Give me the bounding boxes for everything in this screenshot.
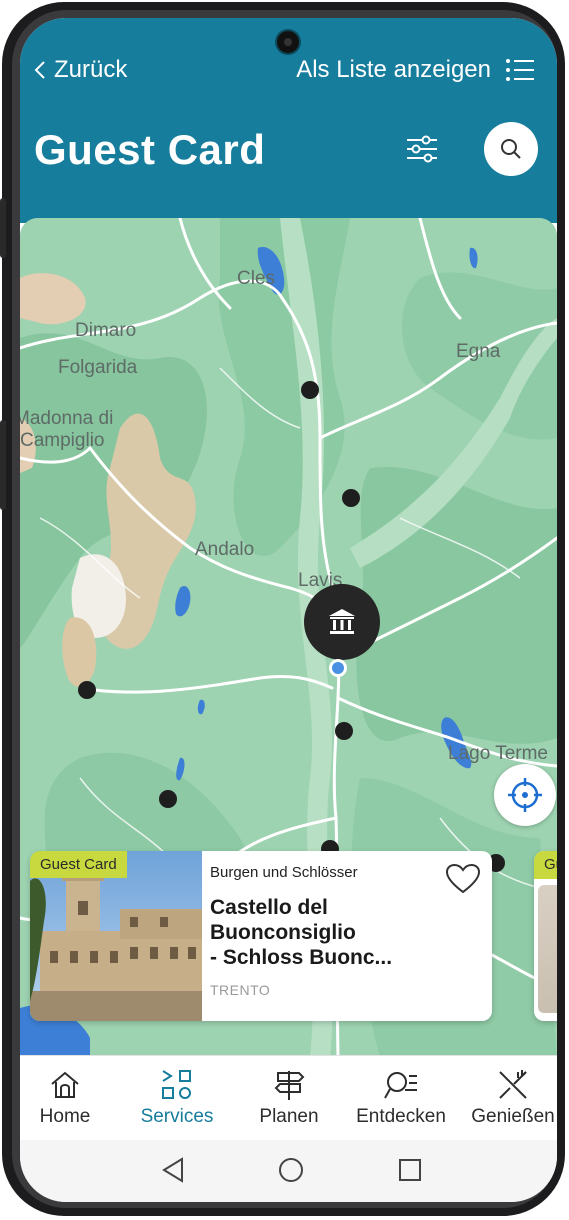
list-view-label: Als Liste anzeigen (296, 56, 491, 83)
nav-entdecken[interactable]: Entdecken (346, 1064, 456, 1128)
signpost-icon (274, 1071, 305, 1100)
map-label-madonna: Madonna di (20, 408, 114, 429)
map-poi[interactable] (78, 681, 96, 699)
services-icon (162, 1070, 191, 1099)
cutlery-icon (499, 1070, 527, 1099)
card-location: TRENTO (210, 982, 271, 998)
nav-services[interactable]: Services (122, 1064, 232, 1128)
back-button[interactable]: Zurück (34, 56, 127, 84)
poi-card[interactable]: Guest Card Burgen und Schlösser Castello… (30, 851, 492, 1021)
home-icon (51, 1071, 79, 1098)
map-label-andalo: Andalo (195, 539, 255, 560)
castle-photo: Guest Card (30, 851, 202, 1021)
next-card-photo (538, 885, 557, 1013)
next-poi-card[interactable]: Guest Card (534, 851, 557, 1021)
search-icon (501, 139, 521, 159)
chevron-left-icon (34, 61, 45, 79)
crosshair-icon (508, 778, 542, 812)
selected-poi-marker[interactable] (304, 584, 380, 660)
card-title: Castello del Buonconsiglio - Schloss Buo… (210, 895, 440, 970)
search-button[interactable] (484, 122, 538, 176)
museum-icon (329, 609, 355, 634)
discover-icon (384, 1072, 417, 1099)
recents-square-icon[interactable] (397, 1156, 423, 1184)
list-icon (506, 59, 534, 81)
system-navigation-bar (20, 1140, 557, 1202)
map-label-egna: Egna (456, 341, 501, 362)
nav-geniessen-label: Genießen (471, 1106, 555, 1127)
nav-home[interactable]: Home (20, 1064, 120, 1128)
card-category: Burgen und Schlösser (210, 864, 358, 881)
filter-button[interactable] (404, 132, 440, 166)
volume-button (0, 198, 6, 258)
nav-planen[interactable]: Planen (234, 1064, 344, 1128)
app-screen: Zurück Als Liste anzeigen Guest Card Cle… (20, 18, 557, 1202)
card-title-line: - Schloss Buonc... (210, 946, 393, 969)
map-label-folgarida: Folgarida (58, 357, 138, 378)
card-title-line: Buonconsiglio (210, 921, 356, 944)
map-poi[interactable] (342, 489, 360, 507)
home-circle-icon[interactable] (277, 1156, 305, 1184)
card-title-line: Castello del (210, 896, 328, 919)
page-title: Guest Card (34, 126, 266, 173)
power-button (0, 420, 6, 510)
map-label-cles: Cles (237, 268, 276, 289)
guest-card-badge: Guest Card (534, 851, 557, 879)
bottom-navigation: Home Services Planen Entdecken Genießen (20, 1055, 557, 1141)
filter-sliders-icon (407, 135, 437, 163)
nav-services-label: Services (140, 1106, 214, 1127)
nav-geniessen[interactable]: Genießen (458, 1064, 557, 1128)
app-header: Zurück Als Liste anzeigen Guest Card (20, 18, 557, 223)
current-location-dot (329, 659, 347, 677)
front-camera (277, 31, 299, 53)
heart-icon (445, 863, 481, 894)
nav-entdecken-label: Entdecken (356, 1106, 446, 1127)
locate-me-button[interactable] (494, 764, 556, 826)
map-poi[interactable] (159, 790, 177, 808)
map-label-dimaro: Dimaro (75, 320, 137, 341)
nav-planen-label: Planen (259, 1106, 319, 1127)
guest-card-badge: Guest Card (30, 851, 127, 878)
map-label-campiglio: Campiglio (20, 430, 105, 451)
map-poi[interactable] (335, 722, 353, 740)
map-label-lago-terme: Lago Terme (448, 743, 548, 764)
back-label: Zurück (54, 56, 128, 83)
nav-home-label: Home (39, 1106, 91, 1127)
favorite-button[interactable] (445, 863, 481, 895)
list-view-button[interactable]: Als Liste anzeigen (296, 56, 535, 84)
map-view[interactable]: Cles Dimaro Folgarida Madonna di Campigl… (20, 218, 557, 1058)
back-triangle-icon[interactable] (160, 1156, 186, 1184)
map-poi[interactable] (301, 381, 319, 399)
